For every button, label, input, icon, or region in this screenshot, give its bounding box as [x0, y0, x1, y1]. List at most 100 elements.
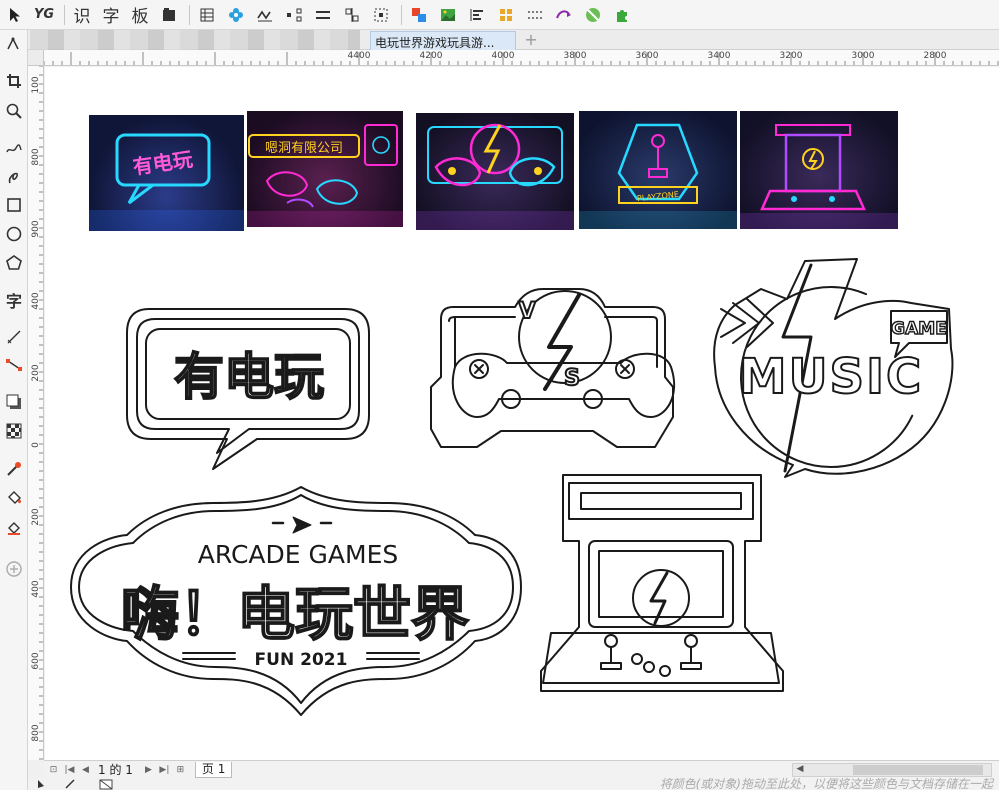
smart-fill-icon[interactable] [3, 516, 25, 538]
neon-sign-arcade [740, 124, 898, 229]
polygon-icon[interactable] [3, 252, 25, 274]
node-icon[interactable] [281, 2, 307, 28]
interactive-fill-icon[interactable] [3, 487, 25, 509]
dots-icon[interactable] [522, 2, 548, 28]
ruler-label: 800 [31, 148, 41, 166]
palette-eyedropper-icon[interactable] [65, 779, 75, 789]
artistic-media-icon[interactable] [3, 166, 25, 188]
toolbar-text-ban[interactable]: 板 [127, 2, 153, 28]
sign3-music: MUSIC [739, 349, 923, 405]
grid-icon[interactable] [194, 2, 220, 28]
add-page-icon[interactable]: ⊞ [174, 763, 187, 776]
ellipse-icon[interactable] [3, 223, 25, 245]
palette-hint: 将颜色(或对象)拖动至此处，以便将这些颜色与文档存储在一起 [659, 777, 993, 790]
neon-photo-5[interactable] [740, 111, 898, 229]
dimension-icon[interactable] [3, 326, 25, 348]
next-page-icon[interactable]: ▶ [142, 763, 155, 776]
ruler-label: 400 [31, 580, 41, 598]
transparency-icon[interactable] [3, 420, 25, 442]
page-tab-1[interactable]: 页 1 [194, 761, 233, 778]
neon-text-2: 嗯洞有限公司 [265, 141, 343, 156]
color-swap-icon[interactable] [406, 2, 432, 28]
blurred-region [30, 30, 360, 50]
ruler-label: 3000 [851, 51, 875, 61]
palette-arrow-icon[interactable] [38, 780, 44, 788]
page-navigation-bar: ⊡ |◀ ◀ 1 的 1 ▶ ▶| ⊞ 页 1 ◀ [44, 760, 999, 778]
flower-icon[interactable] [223, 2, 249, 28]
neon-photo-4[interactable]: PLAYZONE [579, 111, 737, 229]
align-icon[interactable] [310, 2, 336, 28]
freehand-icon[interactable] [3, 138, 25, 160]
sign4-arcade: ARCADE GAMES [198, 540, 399, 569]
neon-photo-3[interactable] [416, 113, 574, 230]
dashed-select-icon[interactable] [368, 2, 394, 28]
sign-music-lightning [713, 258, 954, 478]
ruler-label: 4200 [419, 51, 443, 61]
crop-icon[interactable] [3, 70, 25, 92]
ruler-label: 0 [31, 442, 41, 448]
yg-logo-icon[interactable]: YG [31, 2, 57, 28]
drawing-canvas[interactable]: 有电玩 嗯洞有限公司 PLAYZONE 有电玩 V S GAME MUSIC A… [45, 67, 999, 760]
rectangle-icon[interactable] [3, 194, 25, 216]
sign-vs-controllers [430, 288, 676, 448]
ruler-corner[interactable] [28, 50, 44, 66]
drop-shadow-icon[interactable] [3, 391, 25, 413]
ruler-label: 2800 [923, 51, 947, 61]
zoom-icon[interactable] [3, 100, 25, 122]
toolbar-divider [64, 4, 65, 25]
text-align-icon[interactable] [464, 2, 490, 28]
distribute-icon[interactable] [339, 2, 365, 28]
app-window: YG 识 字 板 字 电玩世界游戏玩具游... + 4400 4200 4000… [0, 0, 999, 790]
ruler-label: 3200 [779, 51, 803, 61]
first-page-icon[interactable]: |◀ [63, 763, 76, 776]
sign4-fun: FUN 2021 [255, 650, 348, 670]
sign3-game: GAME [891, 319, 947, 339]
add-tool-icon[interactable] [3, 558, 25, 580]
ruler-label: 3600 [635, 51, 659, 61]
tab-active-document[interactable]: 电玩世界游戏玩具游... [370, 31, 516, 50]
sign1-text: 有电玩 [174, 348, 324, 406]
scroll-left-icon[interactable]: ◀ [793, 764, 807, 776]
image-icon[interactable] [435, 2, 461, 28]
neon-photo-2[interactable]: 嗯洞有限公司 [247, 111, 403, 227]
neon-sign-playzone: PLAYZONE [579, 123, 737, 229]
ruler-label: 4400 [347, 51, 371, 61]
scroll-thumb[interactable] [853, 765, 983, 775]
palette-icon[interactable] [493, 2, 519, 28]
main-toolbar: YG 识 字 板 [0, 0, 999, 30]
toolbar-text-shi[interactable]: 识 [69, 2, 95, 28]
last-page-icon[interactable]: ▶| [158, 763, 171, 776]
color-palette-bar: 将颜色(或对象)拖动至此处，以便将这些颜色与文档存储在一起 [28, 778, 999, 790]
horizontal-ruler[interactable]: 4400 4200 4000 3800 3600 3400 3200 3000 … [44, 50, 999, 66]
neon-photo-1[interactable]: 有电玩 [89, 115, 244, 231]
toolbar-text-zi[interactable]: 字 [98, 2, 124, 28]
ruler-label: 100 [31, 76, 41, 94]
neon-text-1: 有电玩 [131, 147, 194, 179]
sign-arcade-games [70, 486, 522, 716]
ruler-label: 200 [31, 508, 41, 526]
sign2-s: S [564, 366, 580, 391]
puzzle-icon[interactable] [609, 2, 635, 28]
book-icon[interactable] [156, 2, 182, 28]
sign2-v: V [518, 299, 535, 324]
neon-sign-company: 嗯洞有限公司 [247, 124, 403, 227]
neon-text-4: PLAYZONE [637, 190, 680, 203]
freehand-pick-icon[interactable] [3, 33, 25, 55]
neon-sign-speech-bubble: 有电玩 [89, 133, 244, 231]
pen-path-icon[interactable] [252, 2, 278, 28]
page-indicator: 1 的 1 [98, 763, 133, 777]
ruler-label: 4000 [491, 51, 515, 61]
select-arrow-icon[interactable] [2, 2, 28, 28]
eyedropper-icon[interactable] [3, 458, 25, 480]
palette-tools [38, 779, 113, 790]
page-fit-icon[interactable]: ⊡ [47, 763, 60, 776]
arrows-icon[interactable] [551, 2, 577, 28]
vertical-ruler[interactable]: 100 800 900 400 200 0 200 400 600 800 [28, 66, 44, 760]
prev-page-icon[interactable]: ◀ [79, 763, 92, 776]
ruler-label: 200 [31, 364, 41, 382]
horizontal-scrollbar[interactable]: ◀ [792, 763, 992, 777]
add-tab-button[interactable]: + [520, 31, 542, 49]
connector-icon[interactable] [3, 354, 25, 376]
text-tool[interactable]: 字 [3, 289, 25, 311]
ball-icon[interactable] [580, 2, 606, 28]
